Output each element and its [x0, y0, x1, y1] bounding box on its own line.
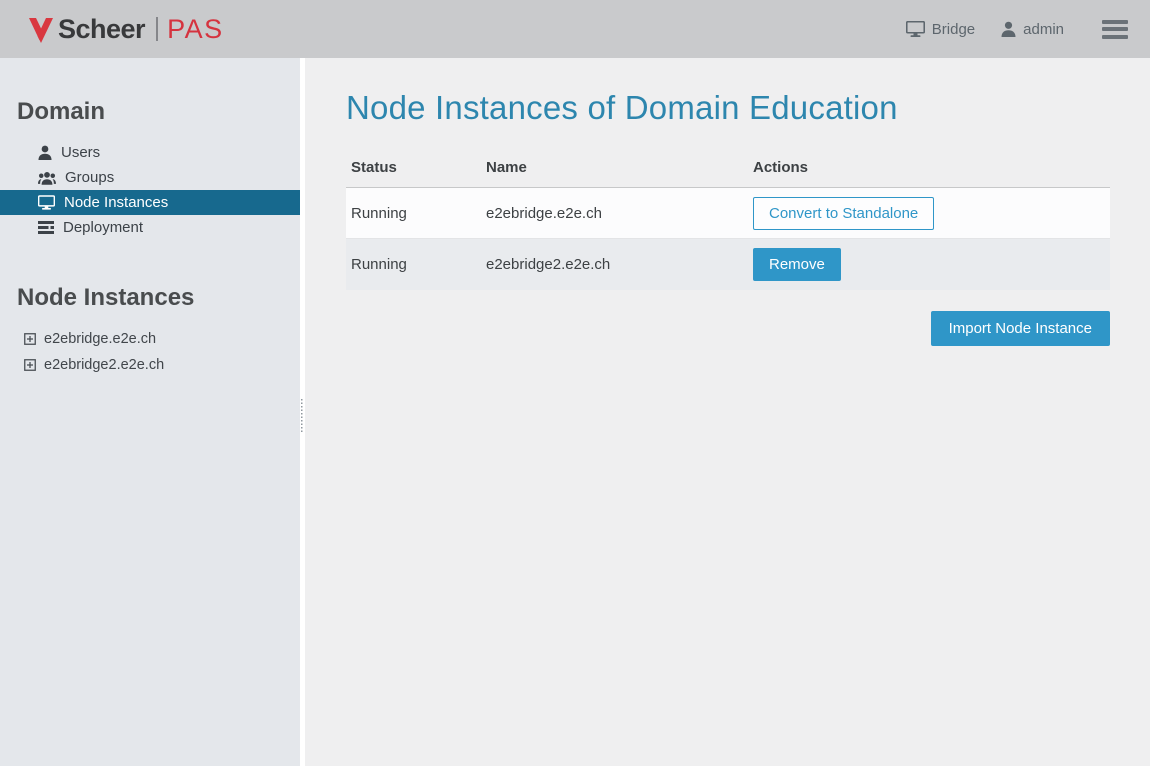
- monitor-icon: [906, 21, 925, 37]
- sidebar-item-groups[interactable]: Groups: [0, 165, 300, 190]
- sidebar-node-instances-heading: Node Instances: [17, 284, 300, 312]
- sidebar-item-label: Node Instances: [64, 194, 168, 211]
- sidebar-domain-heading: Domain: [17, 98, 300, 126]
- tree-item-e2ebridge2[interactable]: e2ebridge2.e2e.ch: [0, 352, 300, 378]
- sidebar-splitter: [300, 58, 305, 766]
- convert-to-standalone-button[interactable]: Convert to Standalone: [753, 197, 934, 230]
- column-header-status: Status: [351, 159, 486, 176]
- sidebar-item-deployment[interactable]: Deployment: [0, 215, 300, 240]
- column-header-name: Name: [486, 159, 753, 176]
- scheer-brand-icon: [28, 16, 54, 43]
- bridge-label: Bridge: [932, 21, 975, 38]
- page-title: Node Instances of Domain Education: [346, 89, 1110, 127]
- tree-item-label: e2ebridge2.e2e.ch: [44, 357, 164, 373]
- sidebar-item-node-instances[interactable]: Node Instances: [0, 190, 300, 215]
- table-header-row: Status Name Actions: [346, 149, 1110, 188]
- product-name: PAS: [167, 14, 224, 45]
- tasks-icon: [38, 221, 54, 234]
- user-menu[interactable]: admin: [1001, 21, 1064, 38]
- splitter-drag-handle[interactable]: [300, 399, 305, 433]
- tree-item-e2ebridge[interactable]: e2ebridge.e2e.ch: [0, 326, 300, 352]
- user-icon: [38, 145, 52, 160]
- user-label: admin: [1023, 21, 1064, 38]
- expand-plus-icon[interactable]: [24, 333, 36, 345]
- remove-button[interactable]: Remove: [753, 248, 841, 281]
- sidebar-item-users[interactable]: Users: [0, 140, 300, 165]
- sidebar-item-label: Users: [61, 144, 100, 161]
- table-row: Running e2ebridge.e2e.ch Convert to Stan…: [346, 188, 1110, 239]
- name-cell: e2ebridge2.e2e.ch: [486, 256, 753, 273]
- page-body: Domain Users Groups: [0, 58, 1150, 766]
- scheer-pas-logo[interactable]: Scheer PAS: [28, 14, 224, 45]
- expand-plus-icon[interactable]: [24, 359, 36, 371]
- sidebar-item-label: Groups: [65, 169, 114, 186]
- sidebar: Domain Users Groups: [0, 58, 300, 766]
- hamburger-menu-icon[interactable]: [1100, 12, 1130, 46]
- top-header: Scheer PAS Bridge admin: [0, 0, 1150, 58]
- tree-item-label: e2ebridge.e2e.ch: [44, 331, 156, 347]
- import-button-row: Import Node Instance: [346, 311, 1110, 346]
- logo-separator: [156, 17, 158, 41]
- main-content: Node Instances of Domain Education Statu…: [305, 58, 1150, 766]
- monitor-icon: [38, 195, 55, 210]
- column-header-actions: Actions: [753, 159, 1105, 176]
- import-node-instance-button[interactable]: Import Node Instance: [931, 311, 1110, 346]
- table-row: Running e2ebridge2.e2e.ch Remove: [346, 239, 1110, 290]
- header-right-group: Bridge admin: [880, 12, 1130, 46]
- users-group-icon: [38, 171, 56, 185]
- status-cell: Running: [351, 205, 486, 222]
- user-icon: [1001, 21, 1016, 37]
- bridge-menu[interactable]: Bridge: [906, 21, 975, 38]
- name-cell: e2ebridge.e2e.ch: [486, 205, 753, 222]
- status-cell: Running: [351, 256, 486, 273]
- node-instances-table: Status Name Actions Running e2ebridge.e2…: [346, 149, 1110, 290]
- sidebar-item-label: Deployment: [63, 219, 143, 236]
- brand-name: Scheer: [58, 14, 145, 45]
